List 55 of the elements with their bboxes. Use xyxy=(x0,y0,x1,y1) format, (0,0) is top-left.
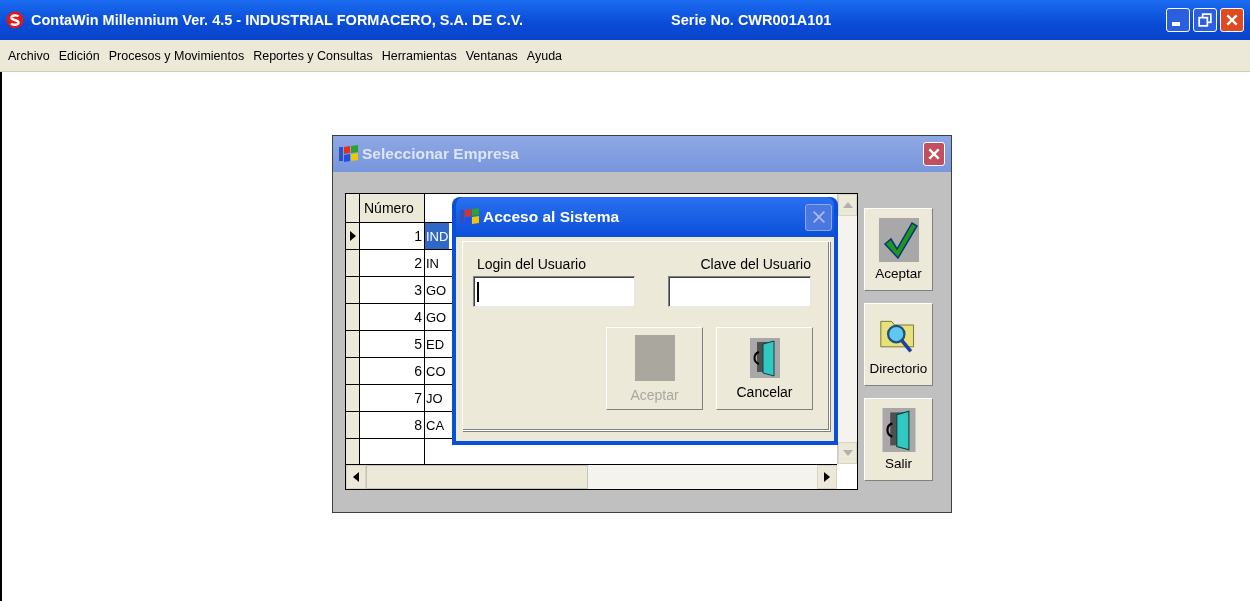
window-title: ContaWin Millennium Ver. 4.5 - INDUSTRIAL FORMACERO, S.A. DE C.V. xyxy=(31,12,525,28)
close-icon xyxy=(810,209,827,225)
menu-item[interactable]: Archivo xyxy=(8,48,50,63)
menu-item[interactable]: Herramientas xyxy=(381,48,457,63)
row-pointer-icon xyxy=(349,231,356,241)
table-cell[interactable]: ED xyxy=(425,331,446,357)
table-cell[interactable]: IN xyxy=(425,250,440,276)
minimize-icon xyxy=(1172,22,1180,26)
table-cell: 8 xyxy=(360,412,425,439)
table-cell[interactable]: GO xyxy=(425,304,448,330)
dialog-button[interactable]: Cancelar xyxy=(716,327,813,410)
menu-item[interactable]: Ayuda xyxy=(526,48,563,63)
field-label: Clave del Usuario xyxy=(699,256,811,272)
input-field[interactable] xyxy=(473,276,635,307)
table-cell[interactable]: GO xyxy=(425,277,448,303)
restore-button[interactable] xyxy=(1193,8,1217,32)
arrow-left-icon xyxy=(353,472,359,482)
table-cell: 5 xyxy=(360,331,425,358)
table-cell[interactable]: CO xyxy=(425,358,447,384)
arrow-up-icon xyxy=(842,202,853,208)
column-header: Número xyxy=(360,194,425,223)
dialog-button[interactable]: Directorio xyxy=(864,303,933,386)
table-cell: 4 xyxy=(360,304,425,331)
door-exit-icon xyxy=(749,337,780,378)
horizontal-scrollbar[interactable] xyxy=(346,464,837,489)
input-field[interactable] xyxy=(668,276,811,307)
restore-icon xyxy=(1198,13,1212,27)
arrow-right-icon xyxy=(824,472,830,482)
field-label: Login del Usuario xyxy=(476,256,587,272)
checkmark-icon xyxy=(878,218,919,262)
windows-flag-icon xyxy=(339,145,359,163)
table-cell[interactable]: IND xyxy=(425,223,450,249)
menu-item[interactable]: Ventanas xyxy=(465,48,518,63)
table-cell: 6 xyxy=(360,358,425,385)
dialog-button[interactable]: Salir xyxy=(864,398,933,481)
serial-number: Serie No. CWR001A101 xyxy=(671,12,832,28)
menu-item[interactable]: Edición xyxy=(58,48,100,63)
close-icon xyxy=(1225,13,1239,27)
blank-icon xyxy=(634,334,675,381)
table-cell: 3 xyxy=(360,277,425,304)
table-cell: 7 xyxy=(360,385,425,412)
close-icon xyxy=(927,147,941,161)
dialog-button[interactable]: Aceptar xyxy=(864,208,933,291)
arrow-down-icon xyxy=(842,450,853,456)
menu-item[interactable]: Reportes y Consultas xyxy=(253,48,373,63)
windows-flag-icon xyxy=(460,208,480,226)
app-logo-icon xyxy=(6,11,24,29)
table-cell[interactable]: CA xyxy=(425,412,446,438)
vertical-scrollbar[interactable] xyxy=(837,194,857,464)
menu-item[interactable]: Procesos y Movimientos xyxy=(108,48,245,63)
table-cell: 2 xyxy=(360,250,425,277)
dialog-title: Seleccionar Empresa xyxy=(362,145,519,163)
minimize-button[interactable] xyxy=(1166,8,1190,32)
table-cell[interactable]: JO xyxy=(425,385,444,411)
dialog-title: Acceso al Sistema xyxy=(483,208,620,226)
